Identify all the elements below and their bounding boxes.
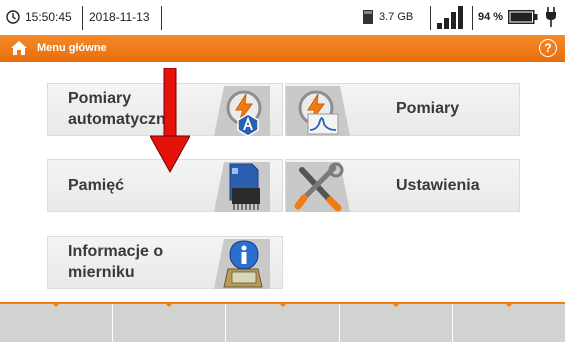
- clock: 15:50:45: [6, 10, 72, 24]
- tile-label: mierniku: [68, 264, 135, 281]
- power-plug: [545, 7, 557, 27]
- red-down-arrow-icon: [150, 68, 190, 174]
- divider: [472, 6, 473, 30]
- battery-indicator: 94 %: [478, 10, 538, 24]
- help-button[interactable]: ?: [539, 39, 557, 57]
- divider: [82, 6, 83, 30]
- storage-text: 3.7 GB: [379, 11, 414, 23]
- tile-label: Pamięć: [68, 177, 125, 194]
- home-icon[interactable]: [10, 40, 28, 56]
- softkey-5[interactable]: [453, 302, 565, 342]
- softkey-indicator: [51, 302, 62, 307]
- clock-icon: [6, 10, 20, 24]
- softkey-indicator: [503, 302, 514, 307]
- signal-indicator: [437, 4, 467, 30]
- tile-label: Pomiary: [396, 100, 460, 117]
- divider: [161, 6, 162, 30]
- softkey-indicator: [164, 302, 175, 307]
- softkey-4[interactable]: [340, 302, 453, 342]
- divider: [430, 6, 431, 30]
- measure-icon: [286, 84, 354, 137]
- menu-tile-ustawienia[interactable]: Ustawienia: [285, 159, 520, 212]
- date-text: 2018-11-13: [89, 10, 150, 24]
- battery-icon: [508, 10, 538, 24]
- menu-tile-pomiary[interactable]: Pomiary: [285, 83, 520, 136]
- time-text: 15:50:45: [25, 10, 72, 24]
- signal-bars-icon: [437, 6, 463, 29]
- tile-label: Ustawienia: [396, 177, 480, 194]
- status-bar: 15:50:45 2018-11-13 3.7 GB 94 %: [0, 0, 565, 35]
- softkey-bar: [0, 302, 565, 342]
- sd-card-icon: [363, 10, 373, 24]
- softkey-3[interactable]: [226, 302, 340, 342]
- battery-text: 94 %: [478, 11, 504, 23]
- softkey-2[interactable]: [113, 302, 227, 342]
- softkey-indicator: [390, 302, 401, 307]
- auto-measure-icon: [202, 84, 270, 137]
- settings-tools-icon: [286, 160, 354, 213]
- meter-info-icon: [202, 237, 270, 290]
- menu-tile-informacje[interactable]: Informacje o mierniku: [47, 236, 283, 289]
- tile-label: Informacje o: [68, 243, 164, 260]
- storage-indicator: 3.7 GB: [362, 10, 413, 24]
- softkey-1[interactable]: [0, 302, 114, 342]
- memory-card-icon: [202, 160, 270, 213]
- page-title: Menu główne: [37, 42, 107, 54]
- title-bar: Menu główne ?: [0, 35, 565, 62]
- softkey-indicator: [277, 302, 288, 307]
- plug-icon: [546, 7, 556, 27]
